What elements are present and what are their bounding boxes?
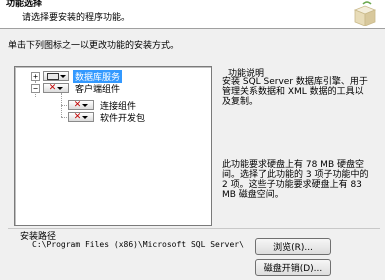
expand-icon[interactable]: +	[31, 71, 40, 81]
install-path-value: C:\Program Files (x86)\Microsoft SQL Ser…	[32, 240, 244, 249]
tree-item-sdk[interactable]: ✕ 软件开发包	[68, 111, 147, 124]
feature-tree[interactable]: + 数据库服务 − ✕ 客户端组件 ✕ 连接组件 ✕ 软件开发包	[14, 66, 212, 226]
tree-item-connectivity[interactable]: ✕ 连接组件	[68, 99, 138, 112]
browse-button[interactable]: 浏览(R)...	[255, 238, 331, 255]
install-state-dropdown[interactable]	[43, 71, 69, 81]
install-state-dropdown[interactable]: ✕	[43, 83, 69, 93]
dropdown-arrow-icon	[82, 115, 89, 119]
divider	[8, 228, 380, 229]
tree-item-label[interactable]: 客户端组件	[73, 82, 122, 95]
package-box-icon	[353, 1, 377, 26]
install-state-dropdown[interactable]: ✕	[68, 112, 94, 122]
description-text: 安装 SQL Server 数据库引擎、用于管理关系数据和 XML 数据的工具以…	[222, 77, 368, 107]
dropdown-arrow-icon	[82, 103, 89, 107]
disk-cost-button[interactable]: 磁盘开销(D)...	[255, 259, 331, 276]
collapse-icon[interactable]: −	[31, 83, 40, 93]
page-title: 功能选择	[6, 0, 43, 9]
install-state-dropdown[interactable]: ✕	[68, 100, 94, 110]
page-subtitle: 请选择要安装的程序功能。	[22, 13, 131, 23]
disk-space-text: 此功能要求硬盘上有 78 MB 硬盘空间。选择了此功能的 3 项子功能中的 2 …	[222, 160, 369, 200]
tree-item-client-components[interactable]: − ✕ 客户端组件	[31, 82, 122, 95]
header-banner: 功能选择 请选择要安装的程序功能。	[0, 0, 385, 29]
not-installed-x-icon: ✕	[73, 111, 82, 122]
instruction-text: 单击下列图标之一以更改功能的安装方式。	[8, 41, 180, 51]
tree-item-label[interactable]: 软件开发包	[98, 111, 147, 124]
tree-item-database-services[interactable]: + 数据库服务	[31, 69, 123, 83]
not-installed-x-icon: ✕	[73, 99, 82, 110]
dropdown-arrow-icon	[57, 86, 64, 90]
dropdown-arrow-icon	[59, 74, 66, 78]
not-installed-x-icon: ✕	[48, 82, 57, 93]
hard-drive-icon	[46, 72, 59, 80]
